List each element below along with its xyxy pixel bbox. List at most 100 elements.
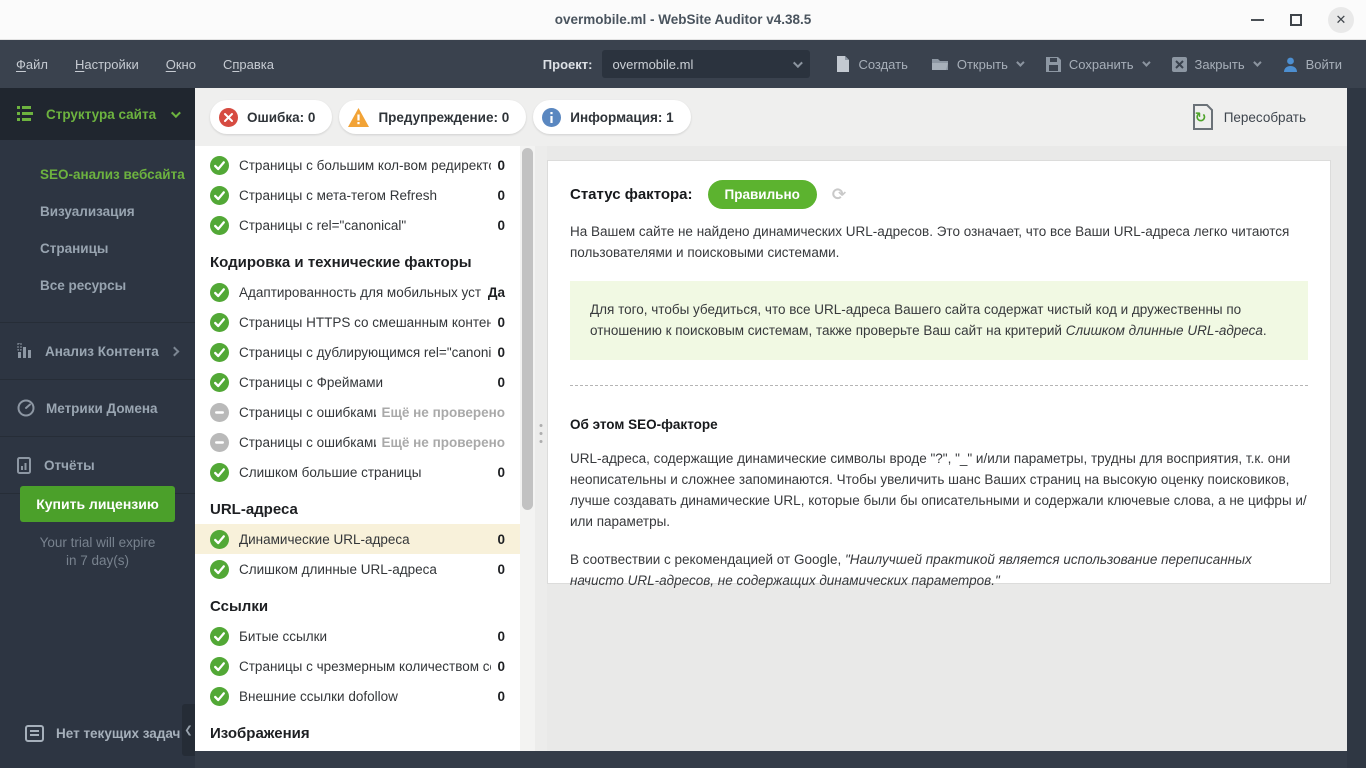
check-icon <box>210 343 229 362</box>
main-area: Ошибка: 0 Предупреждение: 0 Информация: … <box>195 88 1366 768</box>
panel-splitter[interactable] <box>535 146 547 751</box>
info-badge[interactable]: Информация: 1 <box>533 100 690 134</box>
sidebar-section-content-analysis[interactable]: Анализ Контента <box>0 323 195 380</box>
factor-row[interactable]: Страницы с дублирующимся rel="canonical"… <box>195 337 520 367</box>
factor-row-value: 0 <box>497 629 505 644</box>
sidebar-collapse-tab[interactable]: ❮ <box>182 704 195 756</box>
factor-row-value: 0 <box>497 345 505 360</box>
factor-row-value: Да <box>488 285 505 300</box>
check-icon <box>210 687 229 706</box>
related-factor-link[interactable]: Слишком длинные URL-адреса <box>1066 323 1263 338</box>
factor-tip-box: Для того, чтобы убедиться, что все URL-а… <box>570 281 1308 360</box>
factor-group-header: Ссылки <box>195 584 535 621</box>
factor-row[interactable]: Динамические URL-адреса 0 <box>195 524 520 554</box>
factor-summary: На Вашем сайте не найдено динамических U… <box>570 222 1308 264</box>
about-paragraph: URL-адреса, содержащие динамические симв… <box>570 449 1308 533</box>
maximize-button[interactable] <box>1290 14 1302 26</box>
toolbar: Создать Открыть Сохранить Закрыть <box>836 56 1342 73</box>
factor-row-value: 0 <box>497 465 505 480</box>
check-icon <box>210 216 229 235</box>
login-button[interactable]: Войти <box>1283 57 1342 72</box>
factor-row-label: Страницы с большим кол-вом редиректов <box>239 158 491 173</box>
check-icon <box>210 560 229 579</box>
sidebar-section-structure[interactable]: Структура сайта <box>0 88 195 140</box>
buy-license-button[interactable]: Купить лицензию <box>20 486 175 522</box>
create-button[interactable]: Создать <box>836 56 907 73</box>
factor-row-value: 0 <box>497 375 505 390</box>
factor-row[interactable]: Страницы с ошибками ... Ещё не проверено <box>195 427 520 457</box>
chevron-down-icon <box>171 108 181 118</box>
menu-settings[interactable]: Настройки <box>75 57 139 72</box>
factor-status-badge: Правильно <box>708 180 817 209</box>
tasks-status[interactable]: Нет текущих задач <box>25 725 180 742</box>
factor-row-value: 0 <box>497 562 505 577</box>
factor-row[interactable]: Внешние ссылки dofollow 0 <box>195 681 520 711</box>
warning-badge[interactable]: Предупреждение: 0 <box>339 100 526 134</box>
factor-row[interactable]: Страницы с ошибками ... Ещё не проверено <box>195 397 520 427</box>
sidebar-item-visualization[interactable]: Визуализация <box>40 193 195 230</box>
rebuild-button[interactable]: ↻ Пересобрать <box>1192 104 1306 130</box>
factor-list-scrollbar[interactable] <box>520 146 535 751</box>
about-heading: Об этом SEO-факторе <box>570 417 1308 432</box>
factor-row-label: Страницы HTTPS со смешанным контентом <box>239 315 491 330</box>
folder-icon <box>932 57 949 71</box>
factor-row-label: Страницы с rel="canonical" <box>239 218 491 233</box>
factor-row[interactable]: Страницы с rel="canonical" 0 <box>195 210 520 240</box>
error-icon <box>219 108 238 127</box>
minimize-button[interactable] <box>1251 19 1264 21</box>
sidebar-item-seo-analysis[interactable]: SEO-анализ вебсайта <box>40 156 195 193</box>
factor-row[interactable]: Слишком длинные URL-адреса 0 <box>195 554 520 584</box>
factor-list-rows: Страницы с большим кол-вом редиректов 0 … <box>195 146 535 748</box>
factor-row[interactable]: Адаптированность для мобильных устро... … <box>195 277 520 307</box>
factor-row-label: Страницы с Фреймами <box>239 375 491 390</box>
menu-window[interactable]: Окно <box>166 57 196 72</box>
sidebar-item-resources[interactable]: Все ресурсы <box>40 267 195 304</box>
factor-row[interactable]: Страницы с большим кол-вом редиректов 0 <box>195 150 520 180</box>
factor-row-label: Динамические URL-адреса <box>239 532 491 547</box>
dashed-divider <box>570 385 1308 386</box>
info-count: 1 <box>666 110 674 125</box>
factor-row-value: Ещё не проверено <box>382 435 506 450</box>
chevron-down-icon <box>1016 58 1024 66</box>
save-button[interactable]: Сохранить <box>1046 57 1148 72</box>
open-button[interactable]: Открыть <box>932 57 1022 72</box>
factor-row-label: Слишком длинные URL-адреса <box>239 562 491 577</box>
factor-row-label: Адаптированность для мобильных устро... <box>239 285 482 300</box>
menu-file[interactable]: Файл <box>16 57 48 72</box>
check-icon <box>210 373 229 392</box>
factor-row[interactable]: Битые ссылки 0 <box>195 621 520 651</box>
tasks-icon <box>25 725 44 742</box>
factor-detail-card: Статус фактора: Правильно ⟳ На Вашем сай… <box>547 160 1331 584</box>
chevron-right-icon <box>170 346 180 356</box>
factor-row-label: Страницы с ошибками ... <box>239 435 376 450</box>
pending-icon <box>210 433 229 452</box>
factor-row-label: Страницы с дублирующимся rel="canonical" <box>239 345 491 360</box>
factor-row-value: 0 <box>497 532 505 547</box>
error-badge[interactable]: Ошибка: 0 <box>210 100 332 134</box>
factor-group-header: Кодировка и технические факторы <box>195 240 535 277</box>
factor-row[interactable]: Страницы с Фреймами 0 <box>195 367 520 397</box>
factor-row-value: 0 <box>497 659 505 674</box>
factor-group-header: Изображения <box>195 711 535 748</box>
close-project-button[interactable]: Закрыть <box>1172 57 1259 72</box>
factor-row-label: Слишком большие страницы <box>239 465 491 480</box>
new-document-icon <box>836 56 850 73</box>
menu-help[interactable]: Справка <box>223 57 274 72</box>
close-button[interactable]: ✕ <box>1328 7 1354 33</box>
factor-row[interactable]: Страницы с мета-тегом Refresh 0 <box>195 180 520 210</box>
window-title: overmobile.ml - WebSite Auditor v4.38.5 <box>555 12 812 27</box>
trial-expire-note: Your trial will expire in 7 day(s) <box>0 534 195 570</box>
factor-row[interactable]: Страницы с чрезмерным количеством ссы...… <box>195 651 520 681</box>
right-edge-panel <box>1347 88 1366 768</box>
scrollbar-thumb[interactable] <box>522 148 533 510</box>
floppy-icon <box>1046 57 1061 72</box>
recheck-icon[interactable]: ⟳ <box>832 185 846 205</box>
titlebar: overmobile.ml - WebSite Auditor v4.38.5 … <box>0 0 1366 40</box>
factor-row-label: Страницы с ошибками ... <box>239 405 376 420</box>
project-select[interactable]: overmobile.ml <box>602 50 810 78</box>
factor-row[interactable]: Страницы HTTPS со смешанным контентом 0 <box>195 307 520 337</box>
factor-row[interactable]: Слишком большие страницы 0 <box>195 457 520 487</box>
gauge-icon <box>17 399 35 417</box>
sidebar-item-pages[interactable]: Страницы <box>40 230 195 267</box>
sidebar-section-domain-metrics[interactable]: Метрики Домена <box>0 380 195 437</box>
